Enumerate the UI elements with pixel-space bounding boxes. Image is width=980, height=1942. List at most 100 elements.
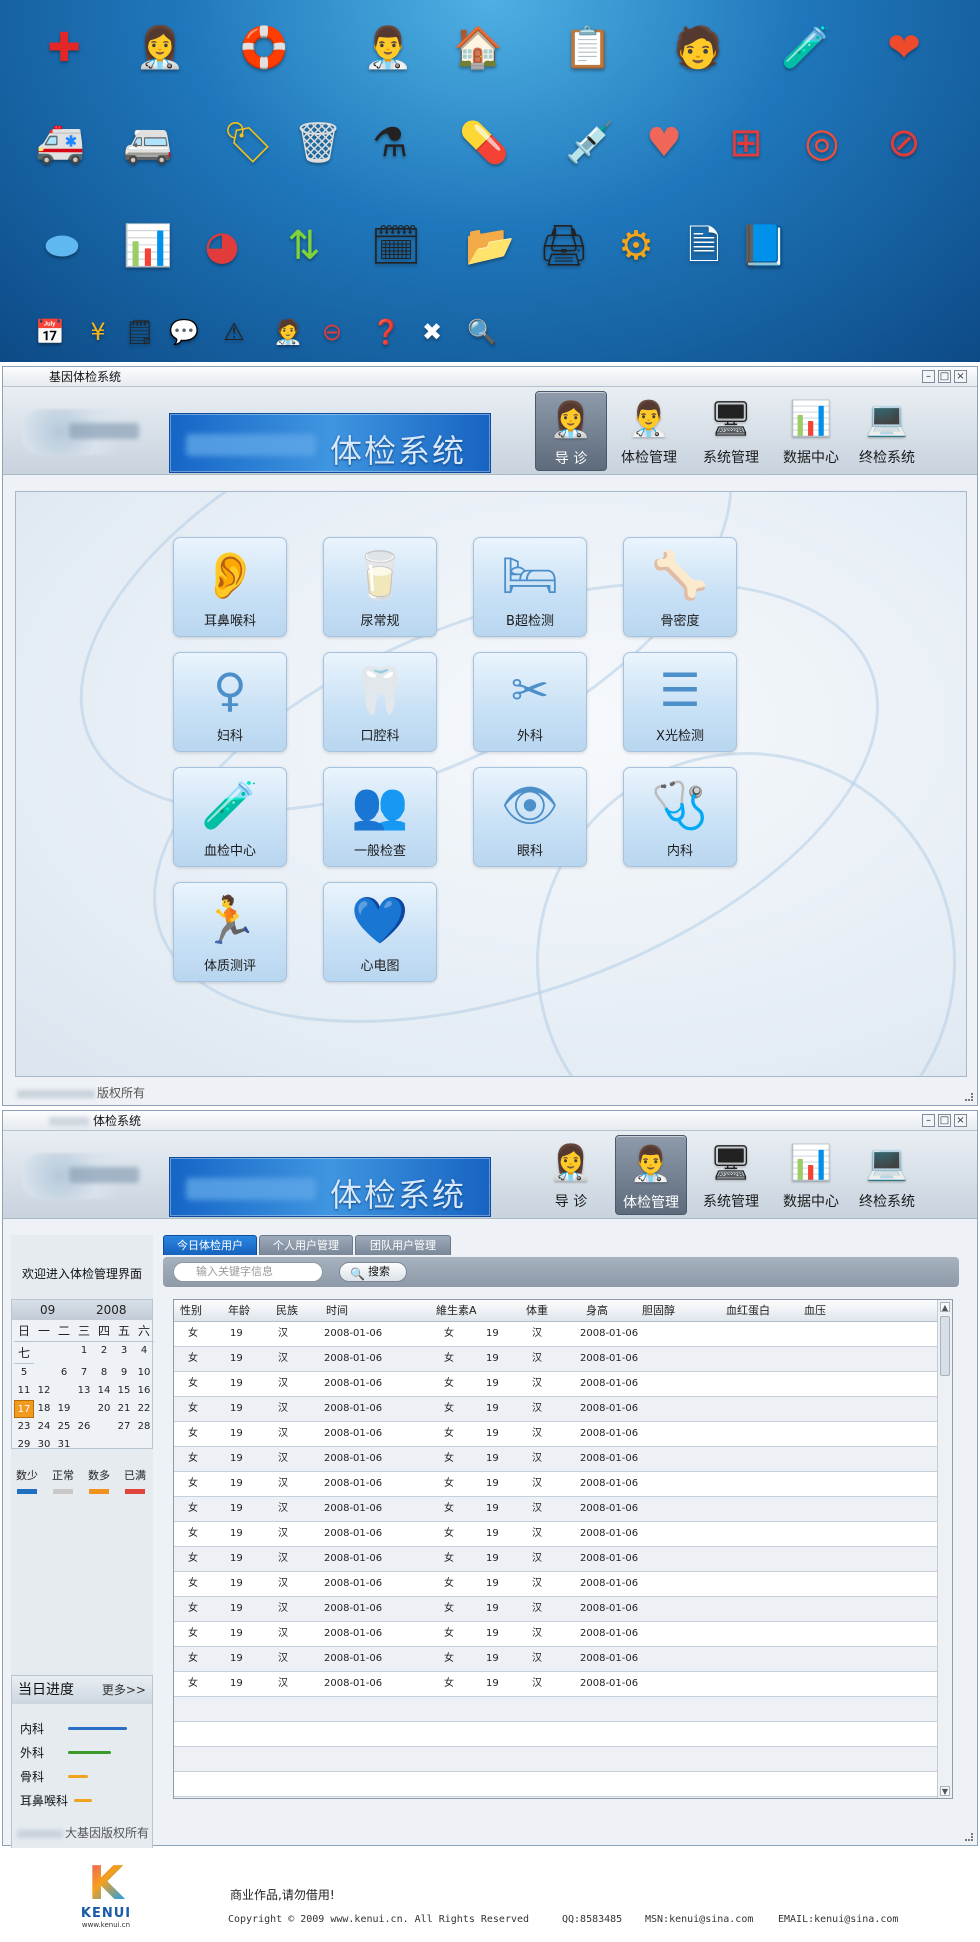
- calendar-day[interactable]: 25: [54, 1418, 74, 1436]
- minimize-button[interactable]: –: [922, 1114, 935, 1127]
- calendar-day[interactable]: 14: [94, 1382, 114, 1400]
- table-row[interactable]: 女 19 汉 2008-01-06 女 19 汉 2008-01-06: [174, 1497, 938, 1522]
- minimize-button[interactable]: –: [922, 370, 935, 383]
- dept-dental[interactable]: 🦷 口腔科: [323, 652, 437, 752]
- resize-grip[interactable]: [965, 1093, 973, 1101]
- tab-personal-users[interactable]: 个人用户管理: [259, 1235, 353, 1255]
- calendar-day[interactable]: 16: [134, 1382, 154, 1400]
- table-row[interactable]: 女 19 汉 2008-01-06 女 19 汉 2008-01-06: [174, 1597, 938, 1622]
- dept-ophthalmology[interactable]: 👁 眼科: [473, 767, 587, 867]
- calendar-day[interactable]: 12: [34, 1382, 54, 1400]
- search-input[interactable]: 输入关键字信息: [173, 1262, 323, 1282]
- calendar-day[interactable]: 7: [74, 1364, 94, 1382]
- column-header[interactable]: 年龄: [228, 1300, 250, 1322]
- calendar-day[interactable]: 18: [34, 1400, 54, 1418]
- dept-internal[interactable]: 🩺 内科: [623, 767, 737, 867]
- dept-blood-test[interactable]: 🧪 血检中心: [173, 767, 287, 867]
- tab-team-users[interactable]: 团队用户管理: [355, 1235, 451, 1255]
- calendar-day[interactable]: 21: [114, 1400, 134, 1418]
- dept-fitness[interactable]: 🏃 体质测评: [173, 882, 287, 982]
- calendar-day[interactable]: 11: [14, 1382, 34, 1400]
- calendar-today[interactable]: 17: [14, 1400, 34, 1418]
- close-button[interactable]: ×: [954, 370, 967, 383]
- vertical-scrollbar[interactable]: ▲ ▼: [937, 1300, 952, 1798]
- calendar-day[interactable]: 23: [14, 1418, 34, 1436]
- column-header[interactable]: 民族: [276, 1300, 298, 1322]
- table-row[interactable]: 女 19 汉 2008-01-06 女 19 汉 2008-01-06: [174, 1422, 938, 1447]
- dept-ultrasound[interactable]: 🛏 B超检测: [473, 537, 587, 637]
- scroll-thumb[interactable]: [940, 1316, 950, 1376]
- table-row[interactable]: 女 19 汉 2008-01-06 女 19 汉 2008-01-06: [174, 1672, 938, 1697]
- nav-exam-management[interactable]: 👨‍⚕️ 体检管理: [613, 391, 685, 471]
- dept-ecg[interactable]: 💙 心电图: [323, 882, 437, 982]
- table-row[interactable]: 女 19 汉 2008-01-06 女 19 汉 2008-01-06: [174, 1622, 938, 1647]
- column-header[interactable]: 血红蛋白: [726, 1300, 770, 1322]
- calendar-month[interactable]: 09: [40, 1300, 55, 1320]
- column-header[interactable]: 身高: [586, 1300, 608, 1322]
- help-icon[interactable]: ❓: [368, 314, 404, 350]
- dept-gynecology[interactable]: ♀ 妇科: [173, 652, 287, 752]
- calendar-day[interactable]: 30: [34, 1436, 54, 1454]
- table-row[interactable]: 女 19 汉 2008-01-06 女 19 汉 2008-01-06: [174, 1347, 938, 1372]
- table-row[interactable]: 女 19 汉 2008-01-06 女 19 汉 2008-01-06: [174, 1397, 938, 1422]
- calendar-day[interactable]: 27: [114, 1418, 134, 1436]
- close-circle-icon[interactable]: ✖: [414, 314, 450, 350]
- calendar-day[interactable]: 15: [114, 1382, 134, 1400]
- scroll-down-icon[interactable]: ▼: [940, 1786, 950, 1796]
- maximize-button[interactable]: □: [938, 1114, 951, 1127]
- calendar-day[interactable]: 6: [54, 1364, 74, 1382]
- maximize-button[interactable]: □: [938, 370, 951, 383]
- calendar-day[interactable]: 29: [14, 1436, 34, 1454]
- dept-surgery[interactable]: ✂ 外科: [473, 652, 587, 752]
- calendar-day[interactable]: 10: [134, 1364, 154, 1382]
- nav-guide[interactable]: 👩‍⚕️ 导 诊: [535, 391, 607, 471]
- calendar-day[interactable]: 28: [134, 1418, 154, 1436]
- magnifier-icon[interactable]: 🔍: [464, 314, 500, 350]
- more-link[interactable]: 更多>>: [102, 1676, 146, 1704]
- calendar-day[interactable]: 26: [74, 1418, 94, 1436]
- calendar-day[interactable]: 9: [114, 1364, 134, 1382]
- dept-urine[interactable]: 🥛 尿常规: [323, 537, 437, 637]
- table-row[interactable]: 女 19 汉 2008-01-06 女 19 汉 2008-01-06: [174, 1372, 938, 1397]
- tab-today-users[interactable]: 今日体检用户: [163, 1235, 257, 1255]
- column-header[interactable]: 时间: [326, 1300, 348, 1322]
- calendar-day[interactable]: 5: [14, 1364, 34, 1382]
- dept-bone-density[interactable]: 🦴 骨密度: [623, 537, 737, 637]
- close-button[interactable]: ×: [954, 1114, 967, 1127]
- column-header[interactable]: 維生素A: [436, 1300, 477, 1322]
- calendar-day[interactable]: 31: [54, 1436, 74, 1454]
- column-header[interactable]: 胆固醇: [642, 1300, 675, 1322]
- calendar-day[interactable]: 19: [54, 1400, 74, 1418]
- calendar-day[interactable]: 22: [134, 1400, 154, 1418]
- table-row[interactable]: 女 19 汉 2008-01-06 女 19 汉 2008-01-06: [174, 1522, 938, 1547]
- calendar-day[interactable]: 2: [94, 1342, 114, 1360]
- calendar-year[interactable]: 2008: [96, 1300, 127, 1320]
- nav-data-center[interactable]: 📊 数据中心: [775, 391, 847, 471]
- nav-exam-management[interactable]: 👨‍⚕️ 体检管理: [615, 1135, 687, 1215]
- resize-grip[interactable]: [965, 1833, 973, 1841]
- table-row[interactable]: 女 19 汉 2008-01-06 女 19 汉 2008-01-06: [174, 1572, 938, 1597]
- calendar-day[interactable]: 13: [74, 1382, 94, 1400]
- column-header[interactable]: 血压: [804, 1300, 826, 1322]
- calendar-day[interactable]: 20: [94, 1400, 114, 1418]
- dept-xray[interactable]: ☰ X光检测: [623, 652, 737, 752]
- nav-system-management[interactable]: 🖥 系统管理: [695, 391, 767, 471]
- table-row[interactable]: 女 19 汉 2008-01-06 女 19 汉 2008-01-06: [174, 1547, 938, 1572]
- calendar-day[interactable]: 8: [94, 1364, 114, 1382]
- calendar-day[interactable]: 3: [114, 1342, 134, 1360]
- column-header[interactable]: 体重: [526, 1300, 548, 1322]
- dept-ent[interactable]: 👂 耳鼻喉科: [173, 537, 287, 637]
- nav-data-center[interactable]: 📊 数据中心: [775, 1135, 847, 1215]
- nav-guide[interactable]: 👩‍⚕️ 导 诊: [535, 1135, 607, 1215]
- table-row[interactable]: 女 19 汉 2008-01-06 女 19 汉 2008-01-06: [174, 1647, 938, 1672]
- calendar-day[interactable]: 24: [34, 1418, 54, 1436]
- nav-final-check[interactable]: 💻 终检系统: [851, 391, 923, 471]
- nav-final-check[interactable]: 💻 终检系统: [851, 1135, 923, 1215]
- column-header[interactable]: 性别: [180, 1300, 202, 1322]
- calendar-day[interactable]: 1: [74, 1342, 94, 1360]
- table-row[interactable]: 女 19 汉 2008-01-06 女 19 汉 2008-01-06: [174, 1472, 938, 1497]
- nav-system-management[interactable]: 🖥 系统管理: [695, 1135, 767, 1215]
- table-row[interactable]: 女 19 汉 2008-01-06 女 19 汉 2008-01-06: [174, 1447, 938, 1472]
- search-button[interactable]: 🔍 搜索: [339, 1262, 407, 1282]
- dept-general-check[interactable]: 👥 一般检查: [323, 767, 437, 867]
